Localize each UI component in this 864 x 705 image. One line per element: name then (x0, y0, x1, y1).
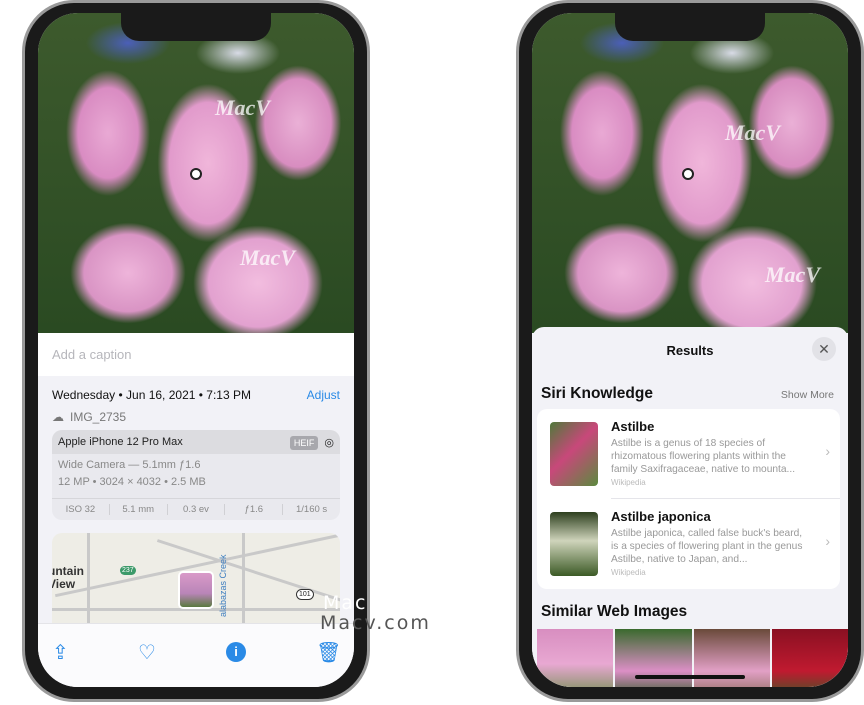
route-237: 237 (120, 566, 136, 575)
exif-aperture: ƒ1.6 (225, 504, 284, 515)
watermark-text-white: Mac (323, 592, 368, 614)
home-indicator (635, 675, 745, 679)
watermark-text: Macv.com (320, 612, 431, 634)
sheet-title: Results (666, 343, 714, 358)
show-more-button[interactable]: Show More (781, 389, 834, 401)
exif-focal: 5.1 mm (110, 504, 168, 515)
watermark-logo: MacV (240, 245, 295, 270)
astilbe-japonica-thumbnail (550, 512, 598, 576)
watermark-logo: MacV (765, 262, 820, 287)
creek-label: alabazas Creek (218, 554, 228, 617)
list-item[interactable]: Astilbe Astilbe is a genus of 18 species… (537, 409, 840, 499)
image-specs: 12 MP • 3024 × 4032 • 2.5 MB (58, 476, 206, 488)
heart-icon[interactable]: ♡ (138, 640, 156, 665)
trash-icon[interactable]: 🗑 (316, 640, 341, 665)
item-description: Astilbe japonica, called false buck's be… (611, 528, 803, 565)
right-phone: Results ✕ Siri Knowledge Show More Astil… (516, 0, 864, 702)
item-title: Astilbe (611, 419, 655, 434)
item-description: Astilbe is a genus of 18 species of rhiz… (611, 438, 796, 475)
web-image[interactable] (537, 629, 614, 687)
photo-location-pin[interactable] (178, 571, 214, 609)
visual-lookup-icon[interactable] (682, 168, 694, 180)
similar-images-heading: Similar Web Images (541, 603, 688, 620)
photo-date: Wednesday • Jun 16, 2021 • 7:13 PM (52, 388, 251, 402)
filename-row: ☁ IMG_2735 (52, 410, 126, 424)
filename: IMG_2735 (70, 410, 127, 424)
item-source: Wikipedia (611, 568, 646, 577)
visual-lookup-icon[interactable] (190, 168, 202, 180)
exif-iso: ISO 32 (52, 504, 110, 515)
format-badge: HEIF (289, 435, 319, 450)
close-button[interactable]: ✕ (812, 337, 836, 361)
live-photo-icon: ◎ (324, 436, 334, 449)
watermark-logo: MacV (725, 120, 780, 145)
visual-lookup-screen: Results ✕ Siri Knowledge Show More Astil… (532, 13, 848, 687)
left-phone: Add a caption Wednesday • Jun 16, 2021 •… (22, 0, 370, 702)
web-image[interactable] (771, 629, 848, 687)
watermark-logo: MacV (215, 95, 270, 120)
lens-info: Wide Camera — 5.1mm ƒ1.6 (58, 459, 201, 471)
date-row: Wednesday • Jun 16, 2021 • 7:13 PM Adjust (52, 388, 340, 402)
notch (121, 13, 271, 41)
photo[interactable] (38, 13, 354, 333)
exif-ev: 0.3 ev (168, 504, 226, 515)
exif-shutter: 1/160 s (296, 504, 328, 515)
list-item[interactable]: Astilbe japonica Astilbe japonica, calle… (537, 499, 840, 589)
map-place-label: untain View (52, 564, 84, 591)
camera-model: Apple iPhone 12 Pro Max (58, 436, 183, 448)
location-map[interactable]: untain View 237 101 alabazas Creek (52, 533, 340, 633)
notch (615, 13, 765, 41)
item-source: Wikipedia (611, 478, 646, 487)
photo-info-screen: Add a caption Wednesday • Jun 16, 2021 •… (38, 13, 354, 687)
item-title: Astilbe japonica (611, 509, 711, 524)
camera-info-card: Apple iPhone 12 Pro Max HEIF ◎ Wide Camera… (52, 430, 340, 520)
share-icon[interactable]: ⇪ (52, 640, 69, 665)
results-sheet: Results ✕ Siri Knowledge Show More Astil… (532, 327, 848, 687)
adjust-button[interactable]: Adjust (307, 388, 340, 402)
siri-knowledge-heading: Siri Knowledge (541, 385, 653, 402)
icloud-icon: ☁ (52, 410, 64, 424)
chevron-right-icon: › (825, 443, 830, 459)
astilbe-thumbnail (550, 422, 598, 486)
chevron-right-icon: › (825, 533, 830, 549)
info-sparkle-icon[interactable]: i (226, 642, 246, 662)
route-101: 101 (296, 589, 314, 600)
knowledge-card: Astilbe Astilbe is a genus of 18 species… (537, 409, 840, 589)
bottom-toolbar: ⇪ ♡ i 🗑 (38, 623, 354, 687)
caption-input[interactable]: Add a caption (38, 333, 354, 376)
exif-row: ISO 32 5.1 mm 0.3 ev ƒ1.6 1/160 s (52, 498, 340, 520)
